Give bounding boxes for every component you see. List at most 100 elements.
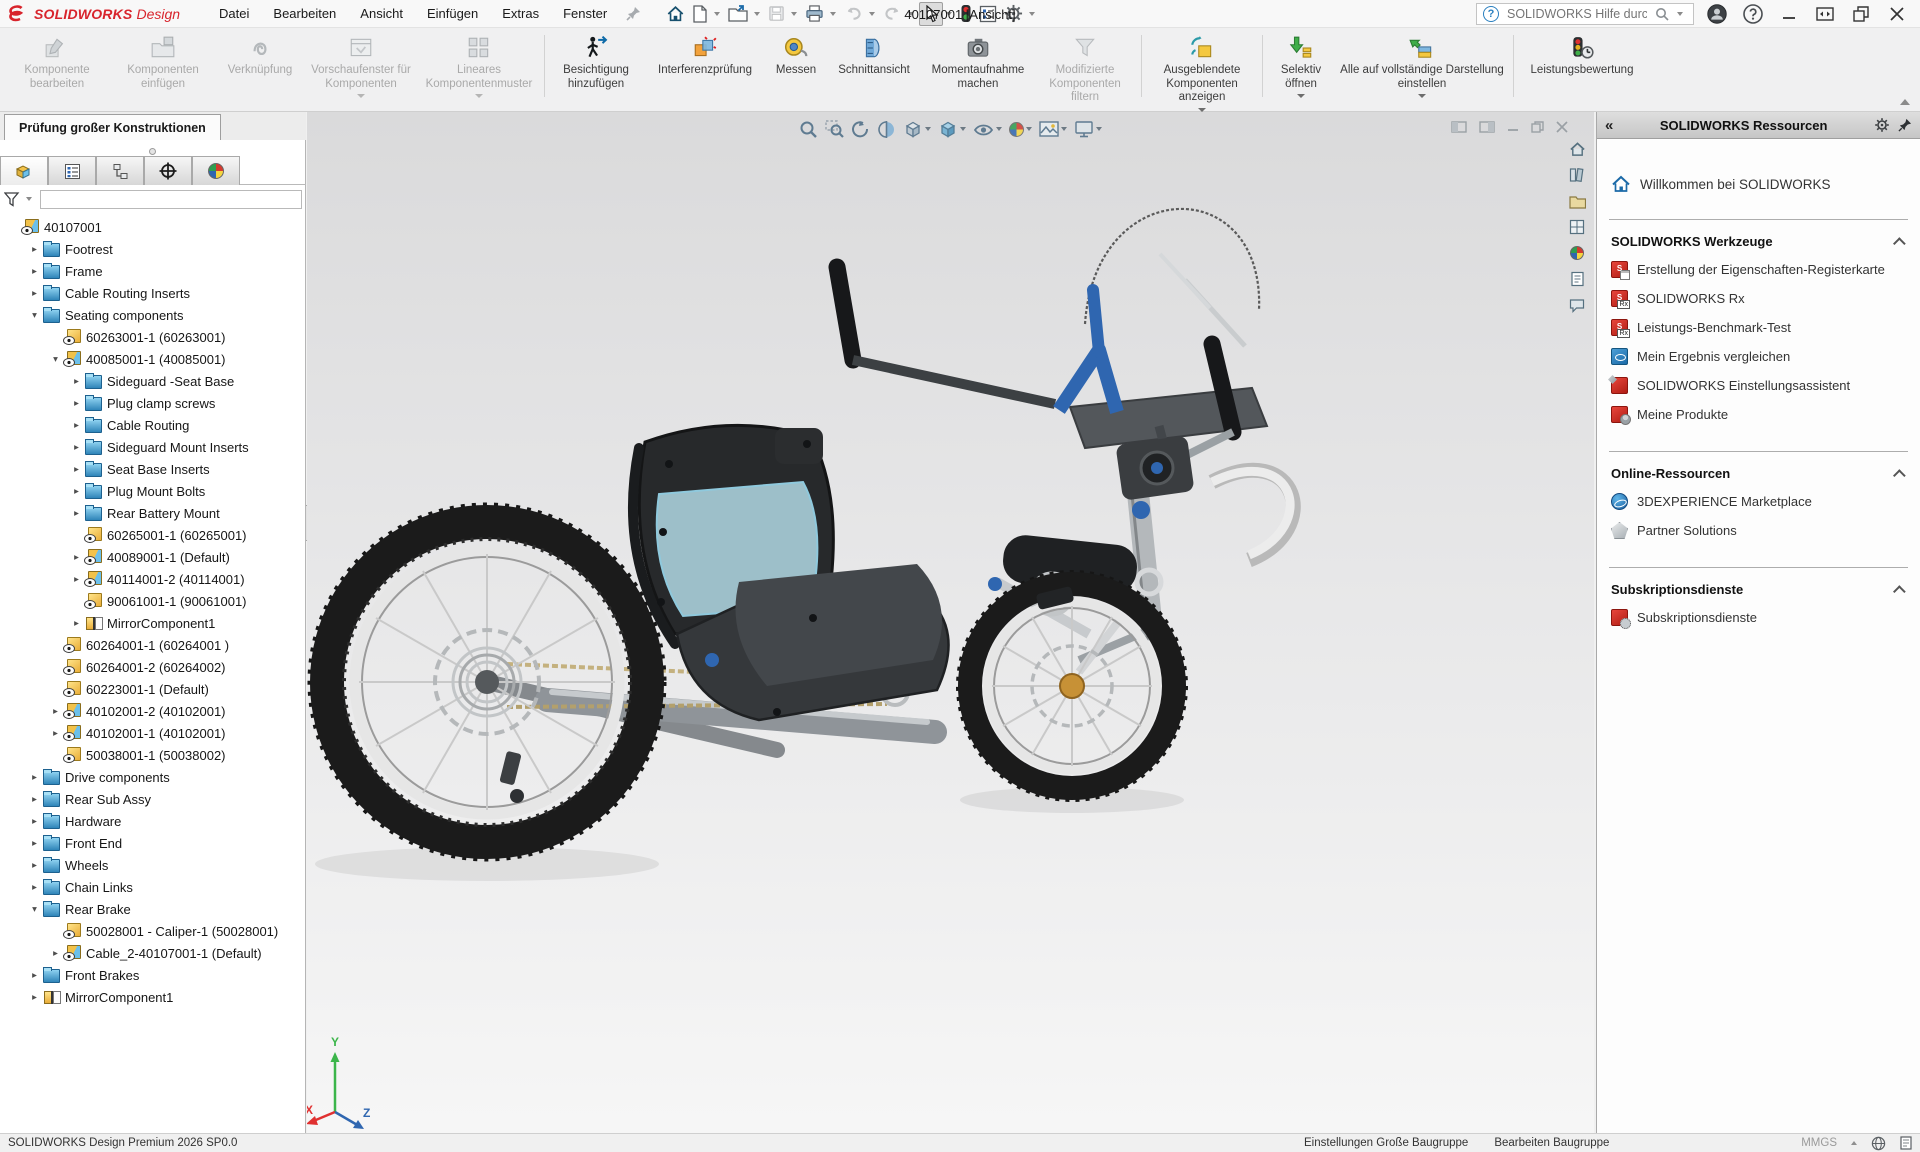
tree-item[interactable]: 60263001-1 (60263001) <box>0 326 306 348</box>
tree-item[interactable]: ▸ Sideguard Mount Inserts <box>0 436 306 458</box>
tree-item[interactable]: 50038001-1 (50038002) <box>0 744 306 766</box>
tree-expand-arrow[interactable]: ▸ <box>27 266 42 277</box>
panel-splitter-handle[interactable] <box>149 148 156 155</box>
tree-item[interactable]: ▸ Hardware <box>0 810 306 832</box>
status-mode-settings[interactable]: Einstellungen Große Baugruppe <box>1304 1137 1468 1149</box>
print-caret[interactable] <box>830 12 836 16</box>
task-pane-item[interactable]: 3DEXPERIENCE Marketplace <box>1609 487 1908 516</box>
tree-item[interactable]: ▸ Cable Routing <box>0 414 306 436</box>
tree-expand-arrow[interactable]: ▾ <box>27 904 42 915</box>
tree-expand-arrow[interactable]: ▸ <box>27 882 42 893</box>
tree-expand-arrow[interactable]: ▸ <box>27 816 42 827</box>
search-icon[interactable] <box>1655 7 1669 21</box>
tree-expand-arrow[interactable]: ▸ <box>27 772 42 783</box>
section-header-subscription[interactable]: Subskriptionsdienste <box>1611 582 1906 597</box>
tree-item[interactable]: ▸ Seat Base Inserts <box>0 458 306 480</box>
menu-item[interactable]: Extras <box>491 2 550 25</box>
welcome-link[interactable]: Willkommen bei SOLIDWORKS <box>1611 175 1906 193</box>
close-button[interactable] <box>1884 2 1910 26</box>
scene-caret[interactable] <box>1061 127 1067 131</box>
task-pane-item[interactable]: SOLIDWORKS Einstellungsassistent <box>1609 371 1908 400</box>
tree-item[interactable]: 40107001 <box>0 216 306 238</box>
tree-item[interactable]: ▸ 40102001-2 (40102001) <box>0 700 306 722</box>
hide-show-caret[interactable] <box>996 127 1002 131</box>
task-pane-item[interactable]: Partner Solutions <box>1609 516 1908 545</box>
doc-close-icon[interactable] <box>1556 121 1568 133</box>
component-preview-caret[interactable] <box>357 94 365 98</box>
print-button[interactable] <box>802 3 827 24</box>
tree-expand-arrow[interactable]: ▸ <box>69 618 84 629</box>
tree-expand-arrow[interactable]: ▸ <box>69 552 84 563</box>
task-pane-item[interactable]: Erstellung der Eigenschaften-Registerkar… <box>1609 255 1908 284</box>
set-resolved-caret[interactable] <box>1418 94 1426 98</box>
tab-display-manager[interactable] <box>192 156 240 185</box>
search-input[interactable] <box>1505 6 1649 22</box>
view-orientation-icon[interactable] <box>903 120 931 139</box>
status-note-icon[interactable] <box>1900 1136 1912 1150</box>
tree-item[interactable]: ▸ Drive components <box>0 766 306 788</box>
tree-item[interactable]: ▸ Front Brakes <box>0 964 306 986</box>
tab-dimxpert-manager[interactable] <box>144 156 192 185</box>
section-header-online[interactable]: Online-Ressourcen <box>1611 466 1906 481</box>
select-tool-caret[interactable] <box>946 12 952 16</box>
tree-expand-arrow[interactable]: ▸ <box>69 508 84 519</box>
menu-item[interactable]: Bearbeiten <box>262 2 347 25</box>
tree-item[interactable]: 60223001-1 (Default) <box>0 678 306 700</box>
tab-view-palette-icon[interactable] <box>1568 218 1586 236</box>
tree-item[interactable]: ▸ Plug Mount Bolts <box>0 480 306 502</box>
graphics-area[interactable]: Y X Z <box>307 112 1594 1133</box>
restore-button[interactable] <box>1848 2 1874 26</box>
doc-previous-window-icon[interactable] <box>1451 120 1467 134</box>
tree-expand-arrow[interactable]: ▸ <box>69 398 84 409</box>
tab-appearances-icon[interactable] <box>1568 244 1586 262</box>
undo-caret[interactable] <box>869 12 875 16</box>
ribbon-set-resolved[interactable]: Alle auf vollständige Darstellung einste… <box>1336 33 1508 100</box>
tree-item[interactable]: ▸ Footrest <box>0 238 306 260</box>
help-icon[interactable] <box>1740 2 1766 26</box>
ribbon-show-hidden[interactable]: Ausgeblendete Komponenten anzeigen <box>1147 33 1257 114</box>
status-mode-editing[interactable]: Bearbeiten Baugruppe <box>1494 1137 1609 1149</box>
task-pane-item[interactable]: SOLIDWORKS Rx <box>1609 284 1908 313</box>
zoom-fit-icon[interactable] <box>799 120 818 139</box>
tree-expand-arrow[interactable]: ▾ <box>48 354 63 365</box>
tree-item[interactable]: ▾ 40085001-1 (40085001) <box>0 348 306 370</box>
open-document-button[interactable] <box>725 3 751 25</box>
menu-item[interactable]: Fenster <box>552 2 618 25</box>
tree-expand-arrow[interactable]: ▸ <box>27 244 42 255</box>
view-settings-caret[interactable] <box>1096 127 1102 131</box>
edit-appearance-icon[interactable] <box>1009 122 1032 137</box>
ribbon-performance-evaluation[interactable]: Leistungsbewertung <box>1519 33 1645 80</box>
task-pane-item[interactable]: Subskriptionsdienste <box>1609 603 1908 632</box>
section-view-icon[interactable] <box>877 120 896 139</box>
account-icon[interactable] <box>1704 2 1730 26</box>
tree-item[interactable]: ▸ Chain Links <box>0 876 306 898</box>
tree-item[interactable]: ▸ 40114001-2 (40114001) <box>0 568 306 590</box>
filter-caret[interactable] <box>26 197 32 201</box>
task-pane-item[interactable]: Mein Ergebnis vergleichen <box>1609 342 1908 371</box>
tree-item[interactable]: ▸ Cable_2-40107001-1 (Default) <box>0 942 306 964</box>
tree-item[interactable]: 60264001-2 (60264002) <box>0 656 306 678</box>
tree-item[interactable]: ▸ Frame <box>0 260 306 282</box>
tree-expand-arrow[interactable]: ▸ <box>69 420 84 431</box>
settings-caret[interactable] <box>1029 12 1035 16</box>
task-pane-pin-icon[interactable] <box>1898 118 1912 132</box>
selective-open-caret[interactable] <box>1297 94 1305 98</box>
apply-scene-icon[interactable] <box>1039 120 1067 138</box>
tab-home-icon[interactable] <box>1568 140 1586 158</box>
doc-next-window-icon[interactable] <box>1479 120 1495 134</box>
new-document-caret[interactable] <box>714 12 720 16</box>
home-button[interactable] <box>663 3 688 25</box>
tree-item[interactable]: ▸ Rear Battery Mount <box>0 502 306 524</box>
tree-expand-arrow[interactable]: ▸ <box>48 948 63 959</box>
doc-restore-icon[interactable] <box>1531 121 1544 133</box>
hide-show-items-icon[interactable] <box>973 120 1002 139</box>
tree-item[interactable]: 50028001 - Caliper-1 (50028001) <box>0 920 306 942</box>
task-pane-item[interactable]: Leistungs-Benchmark-Test <box>1609 313 1908 342</box>
fullscreen-button[interactable] <box>1812 2 1838 26</box>
status-globe-icon[interactable] <box>1871 1136 1886 1151</box>
tab-design-library-icon[interactable] <box>1568 166 1586 184</box>
tree-item[interactable]: ▸ Wheels <box>0 854 306 876</box>
tree-item[interactable]: ▸ Front End <box>0 832 306 854</box>
tree-item[interactable]: ▾ Rear Brake <box>0 898 306 920</box>
undo-button[interactable] <box>841 4 866 24</box>
